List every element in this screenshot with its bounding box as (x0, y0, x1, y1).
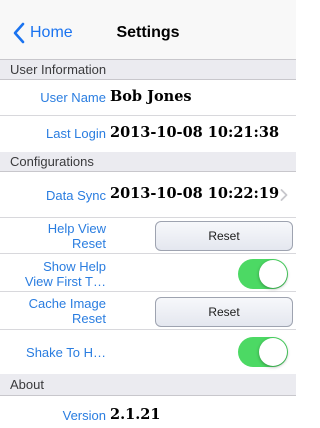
show-help-label-line1: Show Help (43, 259, 106, 274)
chevron-right-icon (280, 189, 288, 201)
data-sync-row[interactable]: Data Sync 2013-10-08 10:22:19 (0, 172, 296, 218)
navigation-bar: Home Settings (0, 0, 296, 60)
settings-screen: Home Settings User Information User Name… (0, 0, 296, 428)
data-sync-label: Data Sync (46, 188, 106, 203)
version-value: 2.1.21 (110, 406, 161, 423)
page-title: Settings (116, 24, 180, 41)
toggle-knob (259, 260, 287, 288)
section-header-user-information: User Information (0, 60, 296, 80)
shake-label: Shake To H… (26, 345, 106, 360)
help-view-reset-label: Help View Reset (48, 221, 106, 251)
section-header-about: About (0, 374, 296, 396)
cache-image-reset-label: Cache Image Reset (29, 296, 106, 326)
help-view-reset-label-line1: Help View (47, 221, 106, 236)
toggle-knob (259, 338, 287, 366)
help-view-reset-row: Help View Reset Reset (0, 218, 296, 254)
show-help-toggle[interactable] (238, 259, 288, 289)
show-help-label-line2: View First T… (24, 274, 106, 289)
last-login-row: Last Login 2013-10-08 10:21:38 (0, 116, 296, 152)
show-help-label: Show Help View First T… (25, 259, 106, 289)
user-name-value: Bob Jones (110, 88, 192, 105)
version-row: Version 2.1.21 (0, 396, 296, 428)
cache-image-reset-row: Cache Image Reset Reset (0, 292, 296, 330)
section-header-configurations: Configurations (0, 152, 296, 172)
version-label: Version (62, 408, 106, 423)
help-view-reset-label-line2: Reset (72, 236, 106, 251)
data-sync-value: 2013-10-08 10:22:19 (110, 185, 280, 202)
last-login-value: 2013-10-08 10:21:38 (110, 124, 280, 141)
help-view-reset-button[interactable]: Reset (155, 221, 293, 251)
cache-image-reset-button[interactable]: Reset (155, 297, 293, 327)
show-help-row: Show Help View First T… (0, 254, 296, 292)
last-login-label: Last Login (46, 126, 106, 141)
cache-image-reset-label-line2: Reset (72, 311, 106, 326)
shake-row: Shake To H… (0, 330, 296, 374)
cache-image-reset-label-line1: Cache Image (28, 296, 106, 311)
shake-toggle[interactable] (238, 337, 288, 367)
user-name-row: User Name Bob Jones (0, 80, 296, 116)
user-name-label: User Name (40, 90, 106, 105)
